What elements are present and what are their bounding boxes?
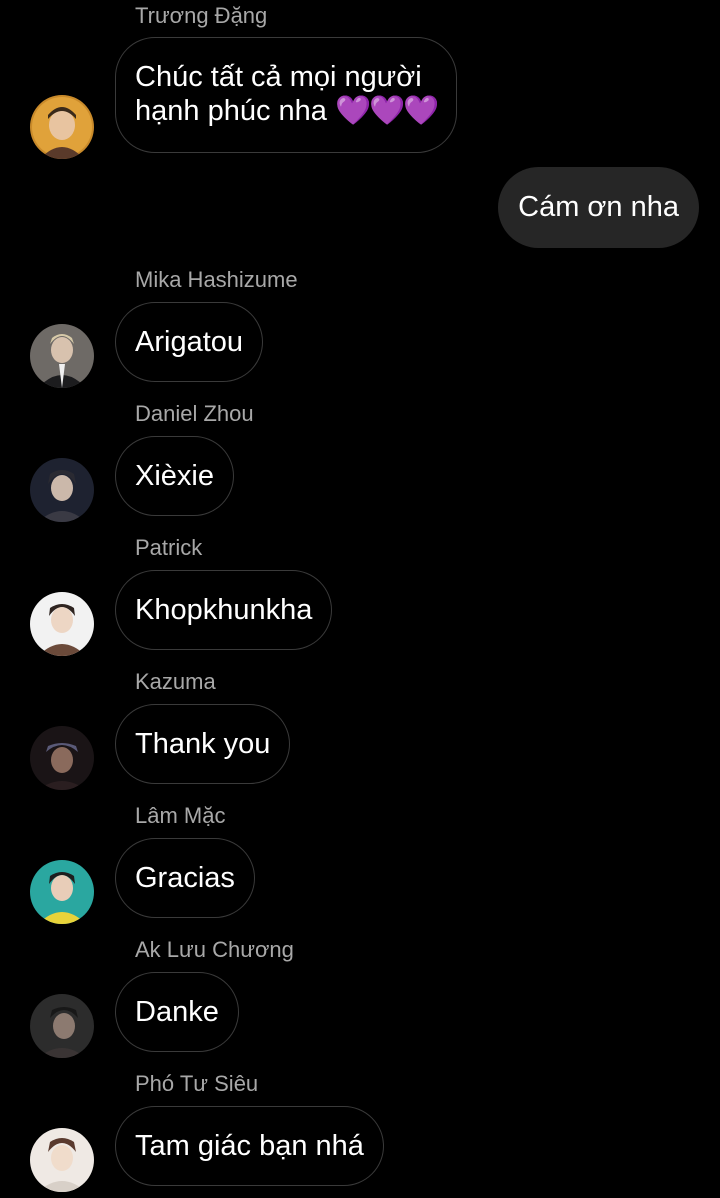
message-text: hạnh phúc nha [135, 95, 327, 127]
message-bubble[interactable]: Arigatou [115, 302, 264, 382]
sender-name: Mika Hashizume [135, 267, 298, 292]
outgoing-message-bubble[interactable]: Cám ơn nha [498, 167, 699, 248]
message-bubble[interactable]: Gracias [115, 838, 255, 918]
avatar[interactable] [30, 592, 94, 656]
message-bubble[interactable]: Danke [115, 972, 239, 1052]
message-bubble[interactable]: Thank you [115, 704, 291, 784]
avatar[interactable] [30, 324, 94, 388]
avatar[interactable] [30, 726, 94, 790]
avatar[interactable] [30, 1128, 94, 1192]
avatar[interactable] [30, 95, 94, 159]
purple-heart-emoji: 💜💜💜 [334, 95, 439, 127]
message-bubble[interactable]: Xièxie [115, 436, 234, 516]
sender-name: Ak Lưu Chương [135, 937, 294, 962]
message-text-line: hạnh phúc nha 💜💜💜 [135, 94, 439, 128]
sender-name: Patrick [135, 535, 203, 560]
avatar[interactable] [30, 458, 94, 522]
message-bubble[interactable]: Chúc tất cả mọi người hạnh phúc nha 💜💜💜 [115, 37, 458, 153]
sender-name: Kazuma [135, 669, 216, 694]
message-text-line: Chúc tất cả mọi người [135, 61, 422, 93]
sender-name: Phó Tư Siêu [135, 1071, 259, 1096]
message-bubble[interactable]: Khopkhunkha [115, 570, 333, 650]
avatar[interactable] [30, 994, 94, 1058]
avatar[interactable] [30, 860, 94, 924]
sender-name: Daniel Zhou [135, 401, 254, 426]
sender-name: Trương Đặng [135, 3, 268, 28]
message-bubble[interactable]: Tam giác bạn nhá [115, 1106, 384, 1186]
sender-name: Lâm Mặc [135, 803, 226, 828]
